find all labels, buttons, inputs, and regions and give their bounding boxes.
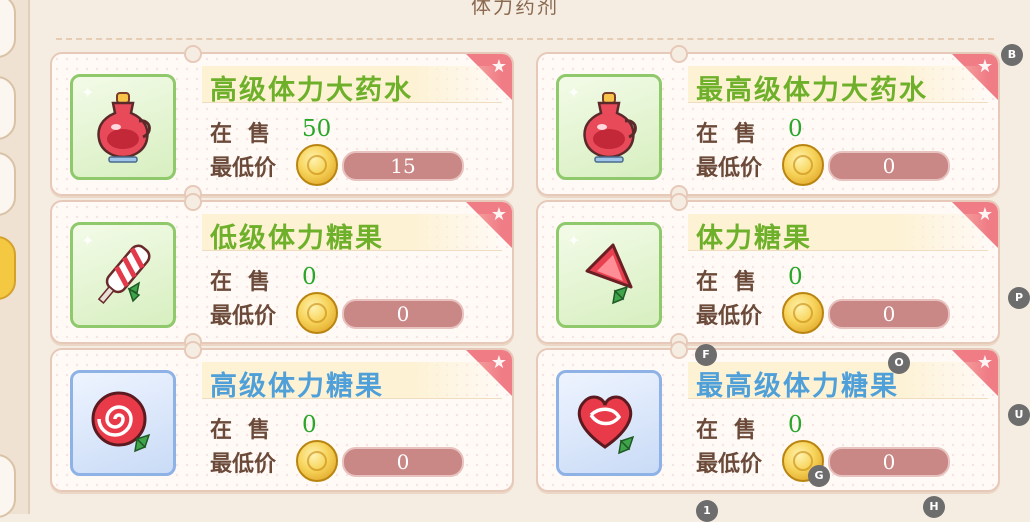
side-tab[interactable]: [0, 454, 16, 518]
on-sale-label: 在售: [696, 121, 773, 147]
lollipop-round-icon: [91, 391, 151, 453]
divider: [56, 38, 994, 40]
item-icon-frame: ✦: [556, 222, 662, 328]
card-notch: [184, 45, 202, 63]
card-notch: [184, 341, 202, 359]
min-price-label: 最低价: [210, 303, 277, 329]
on-sale-count: 0: [788, 264, 803, 290]
min-price-label: 最低价: [696, 451, 763, 477]
shop-item-card[interactable]: ★ ✦ 低级体力糖果 在售 0 最低价 0: [50, 193, 514, 351]
side-tab-active[interactable]: [0, 236, 16, 300]
hotkey-marker: 1: [696, 500, 718, 522]
min-price-value: 15: [342, 151, 464, 181]
hotkey-marker: H: [923, 496, 945, 518]
potion-icon: [97, 92, 151, 163]
on-sale-count: 0: [302, 412, 317, 438]
potion-icon: [583, 92, 637, 163]
coin-icon: [782, 144, 824, 186]
min-price-value: 0: [342, 447, 464, 477]
card-notch: [670, 193, 688, 211]
min-price-label: 最低价: [210, 155, 277, 181]
side-tab[interactable]: [0, 76, 16, 140]
card-notch: [670, 341, 688, 359]
min-price-label: 最低价: [210, 451, 277, 477]
item-name: 低级体力糖果: [210, 223, 384, 254]
min-price-value: 0: [828, 151, 950, 181]
side-tab-strip: [0, 0, 30, 518]
item-icon-frame: [556, 370, 662, 476]
hotkey-marker: P: [1008, 287, 1030, 309]
on-sale-count: 0: [788, 412, 803, 438]
shop-item-card[interactable]: ★ ✦ 高级体力大药水 在售 50 最低价 15: [50, 45, 514, 203]
min-price-label: 最低价: [696, 155, 763, 181]
hotkey-marker: U: [1008, 404, 1030, 426]
hotkey-marker: B: [1001, 44, 1023, 66]
min-price-value: 0: [342, 299, 464, 329]
card-notch: [184, 193, 202, 211]
coin-icon: [296, 144, 338, 186]
coin-icon: [782, 292, 824, 334]
shop-item-card[interactable]: ★ 高级体力糖果 在售 0 最低价 0: [50, 341, 514, 492]
hotkey-marker: O: [888, 352, 910, 374]
hotkey-marker: G: [808, 465, 830, 487]
on-sale-count: 50: [302, 116, 332, 142]
item-icon-frame: [70, 370, 176, 476]
item-name: 高级体力大药水: [210, 75, 413, 106]
min-price-label: 最低价: [696, 303, 763, 329]
item-name: 最高级体力大药水: [696, 75, 928, 106]
item-icon-frame: ✦: [70, 222, 176, 328]
section-title: 体力药剂: [471, 0, 559, 18]
candy-stick-icon: [97, 244, 151, 305]
side-tab[interactable]: [0, 152, 16, 216]
on-sale-label: 在售: [210, 417, 287, 443]
item-name: 最高级体力糖果: [696, 371, 899, 402]
on-sale-label: 在售: [696, 269, 773, 295]
hotkey-marker: F: [695, 344, 717, 366]
on-sale-count: 0: [788, 116, 803, 142]
item-name: 体力糖果: [696, 223, 812, 254]
min-price-value: 0: [828, 299, 950, 329]
min-price-value: 0: [828, 447, 950, 477]
on-sale-label: 在售: [696, 417, 773, 443]
shop-item-card[interactable]: ★ 最高级体力糖果 在售 0 最低价 0: [536, 341, 1000, 492]
shop-item-card[interactable]: ★ ✦ 最高级体力大药水 在售 0 最低价 0: [536, 45, 1000, 203]
on-sale-count: 0: [302, 264, 317, 290]
coin-icon: [296, 440, 338, 482]
on-sale-label: 在售: [210, 269, 287, 295]
coin-icon: [296, 292, 338, 334]
item-icon-frame: ✦: [70, 74, 176, 180]
on-sale-label: 在售: [210, 121, 287, 147]
candy-triangle-icon: [585, 243, 633, 305]
shop-item-card[interactable]: ★ ✦ 体力糖果 在售 0 最低价 0: [536, 193, 1000, 351]
card-notch: [670, 45, 688, 63]
item-icon-frame: ✦: [556, 74, 662, 180]
lollipop-heart-icon: [577, 395, 635, 455]
item-name: 高级体力糖果: [210, 371, 384, 402]
